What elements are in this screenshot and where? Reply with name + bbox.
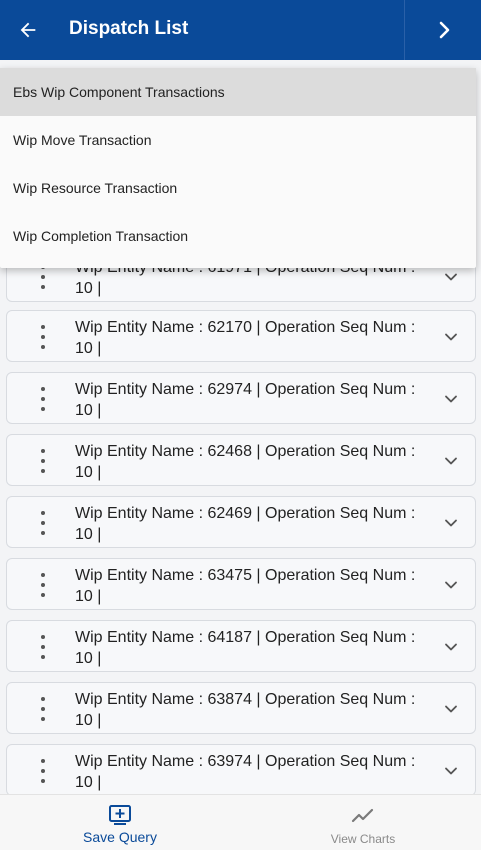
add-box-icon [109,805,131,825]
more-options-icon[interactable] [35,697,51,721]
more-options-icon[interactable] [35,449,51,473]
app-bar: Dispatch List [0,0,481,60]
view-charts-tab[interactable]: View Charts [243,795,481,850]
more-options-icon[interactable] [35,511,51,535]
list-item[interactable]: Wip Entity Name : 64187 | Operation Seq … [6,620,476,672]
list-item-text: Wip Entity Name : 63475 | Operation Seq … [75,567,416,605]
chevron-down-icon[interactable] [441,699,461,719]
transaction-menu: Ebs Wip Component Transactions Wip Move … [0,68,476,268]
chevron-down-icon[interactable] [441,389,461,409]
list-item[interactable]: Wip Entity Name : 63874 | Operation Seq … [6,682,476,734]
chevron-down-icon[interactable] [441,761,461,781]
chevron-down-icon[interactable] [441,451,461,471]
list-item[interactable]: Wip Entity Name : 62468 | Operation Seq … [6,434,476,486]
list-item-text: Wip Entity Name : 62974 | Operation Seq … [75,381,416,419]
more-options-icon[interactable] [35,573,51,597]
more-options-icon[interactable] [35,325,51,349]
chevron-down-icon[interactable] [441,267,461,287]
list-item[interactable]: Wip Entity Name : 62469 | Operation Seq … [6,496,476,548]
more-options-icon[interactable] [35,635,51,659]
list-item-text: Wip Entity Name : 64187 | Operation Seq … [75,629,416,667]
header-divider [404,0,405,60]
view-charts-label: View Charts [330,832,396,846]
list-item-text: Wip Entity Name : 63974 | Operation Seq … [75,753,416,791]
list-item-text: Wip Entity Name : 62170 | Operation Seq … [75,319,416,357]
save-query-label: Save Query [83,829,157,845]
more-options-icon[interactable] [35,759,51,783]
more-options-icon[interactable] [35,387,51,411]
page-title: Dispatch List [69,18,189,39]
next-button[interactable] [428,14,460,46]
more-options-icon[interactable] [35,265,51,289]
menu-item-ebs-wip-component-transactions[interactable]: Ebs Wip Component Transactions [0,68,476,116]
line-chart-icon [351,808,374,823]
menu-item-wip-move-transaction[interactable]: Wip Move Transaction [0,116,476,164]
arrow-left-icon [20,22,36,38]
back-button[interactable] [12,14,44,46]
chevron-down-icon[interactable] [441,637,461,657]
save-query-tab[interactable]: Save Query [0,795,240,850]
list-item[interactable]: Wip Entity Name : 62974 | Operation Seq … [6,372,476,424]
chevron-down-icon[interactable] [441,575,461,595]
menu-item-wip-completion-transaction[interactable]: Wip Completion Transaction [0,212,476,260]
chevron-down-icon[interactable] [441,327,461,347]
chevron-down-icon[interactable] [441,513,461,533]
list-item[interactable]: Wip Entity Name : 63974 | Operation Seq … [6,744,476,794]
list-item-text: Wip Entity Name : 63874 | Operation Seq … [75,691,416,729]
list-item[interactable]: Wip Entity Name : 63475 | Operation Seq … [6,558,476,610]
list-item-text: Wip Entity Name : 62468 | Operation Seq … [75,443,416,481]
chevron-right-icon [439,21,450,39]
list-item-text: Wip Entity Name : 62469 | Operation Seq … [75,505,416,543]
menu-item-wip-resource-transaction[interactable]: Wip Resource Transaction [0,164,476,212]
bottom-navigation: Save Query View Charts [0,794,481,850]
list-item[interactable]: Wip Entity Name : 62170 | Operation Seq … [6,310,476,362]
